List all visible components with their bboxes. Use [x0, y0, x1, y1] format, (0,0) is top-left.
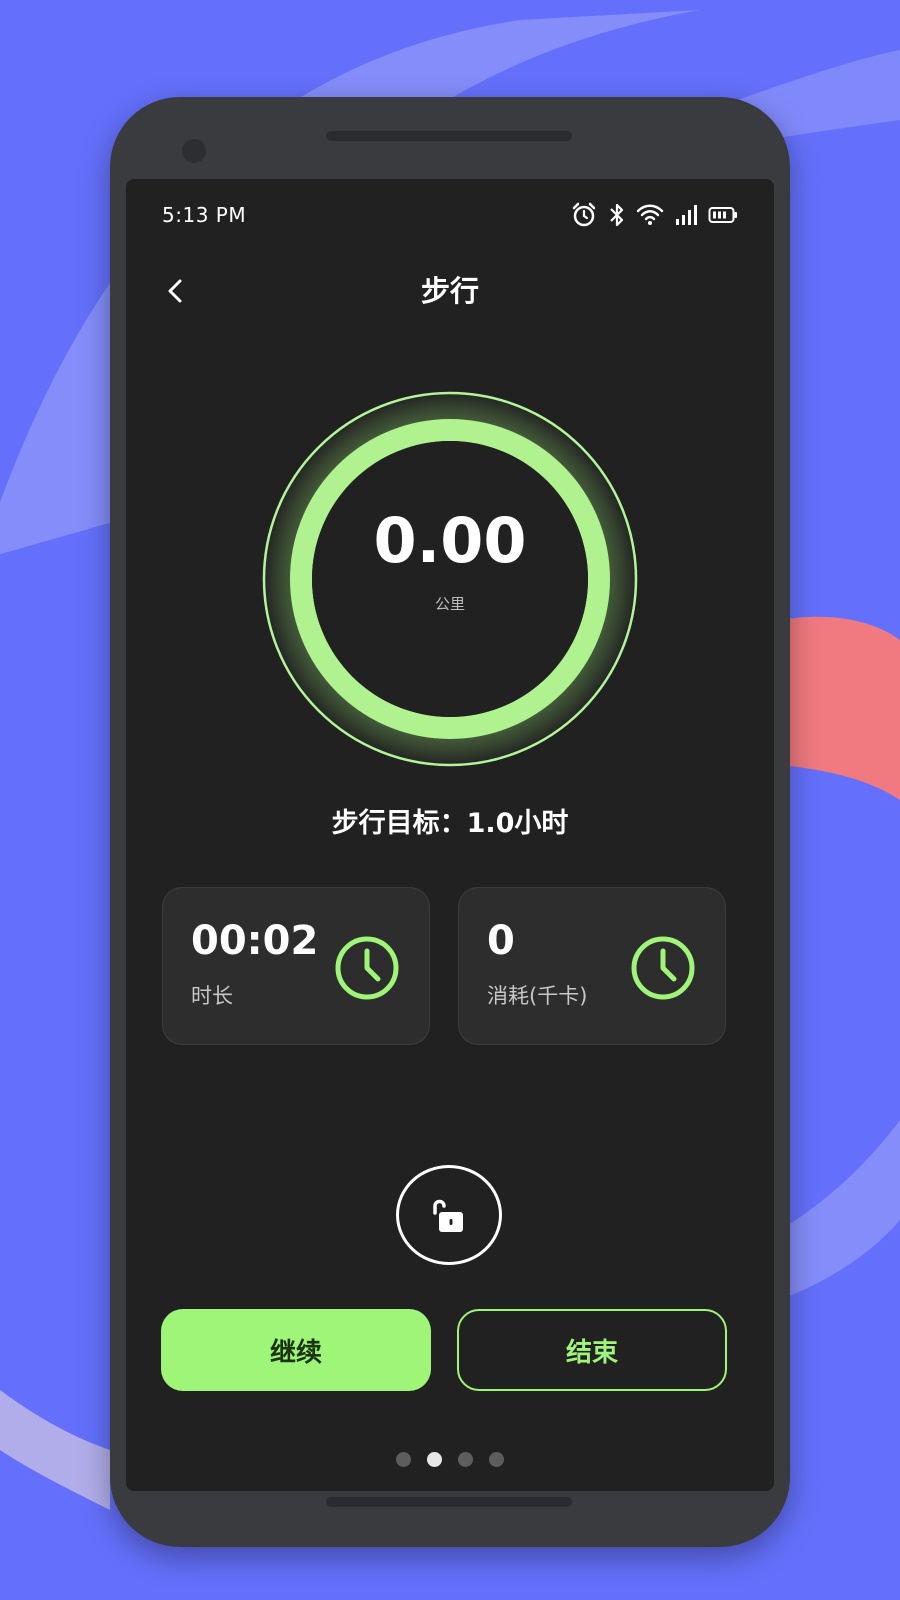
earpiece-speaker: [326, 131, 572, 141]
page-title: 步行: [420, 274, 479, 308]
header: 步行: [126, 251, 774, 331]
battery-icon: [708, 207, 737, 223]
alarm-icon: [572, 202, 596, 227]
phone-frame: 5:13 PM 步行 0.00 公里 步行目标：1.0小时 00:02 时长 0…: [110, 97, 790, 1547]
page-dot-2[interactable]: [427, 1451, 442, 1467]
calories-card: 0 消耗(千卡): [458, 887, 726, 1045]
phone-screen: 5:13 PM 步行 0.00 公里 步行目标：1.0小时 00:02 时长 0…: [126, 179, 774, 1491]
signal-icon: [676, 205, 697, 225]
calories-label: 消耗(千卡): [487, 984, 588, 1008]
lock-button[interactable]: [396, 1165, 502, 1265]
page-dot-3[interactable]: [458, 1451, 473, 1467]
page-dot-1[interactable]: [396, 1451, 411, 1467]
bottom-speaker: [326, 1497, 572, 1507]
back-button[interactable]: [152, 267, 200, 315]
duration-label: 时长: [191, 984, 233, 1008]
clock-icon: [335, 936, 399, 1000]
page-dot-4[interactable]: [489, 1451, 504, 1467]
duration-card: 00:02 时长: [162, 887, 430, 1045]
end-button[interactable]: 结束: [457, 1309, 727, 1391]
status-icons: [570, 201, 738, 229]
duration-value: 00:02: [191, 918, 319, 964]
distance-unit: 公里: [434, 595, 465, 613]
progress-ring: [262, 391, 638, 767]
status-time: 5:13 PM: [162, 203, 247, 227]
chevron-left-icon: [168, 279, 182, 303]
wifi-icon: [636, 204, 664, 225]
distance-ring: 0.00 公里: [260, 389, 640, 769]
status-bar: 5:13 PM: [126, 179, 774, 251]
calories-value: 0: [487, 918, 515, 964]
clock-icon: [631, 936, 695, 1000]
page-indicator: [126, 1449, 774, 1469]
distance-value: 0.00: [373, 504, 527, 577]
front-camera: [182, 139, 206, 163]
continue-button[interactable]: 继续: [161, 1309, 431, 1391]
walking-goal: 步行目标：1.0小时: [331, 808, 569, 839]
bluetooth-icon: [610, 203, 624, 227]
unlock-icon: [433, 1199, 463, 1232]
